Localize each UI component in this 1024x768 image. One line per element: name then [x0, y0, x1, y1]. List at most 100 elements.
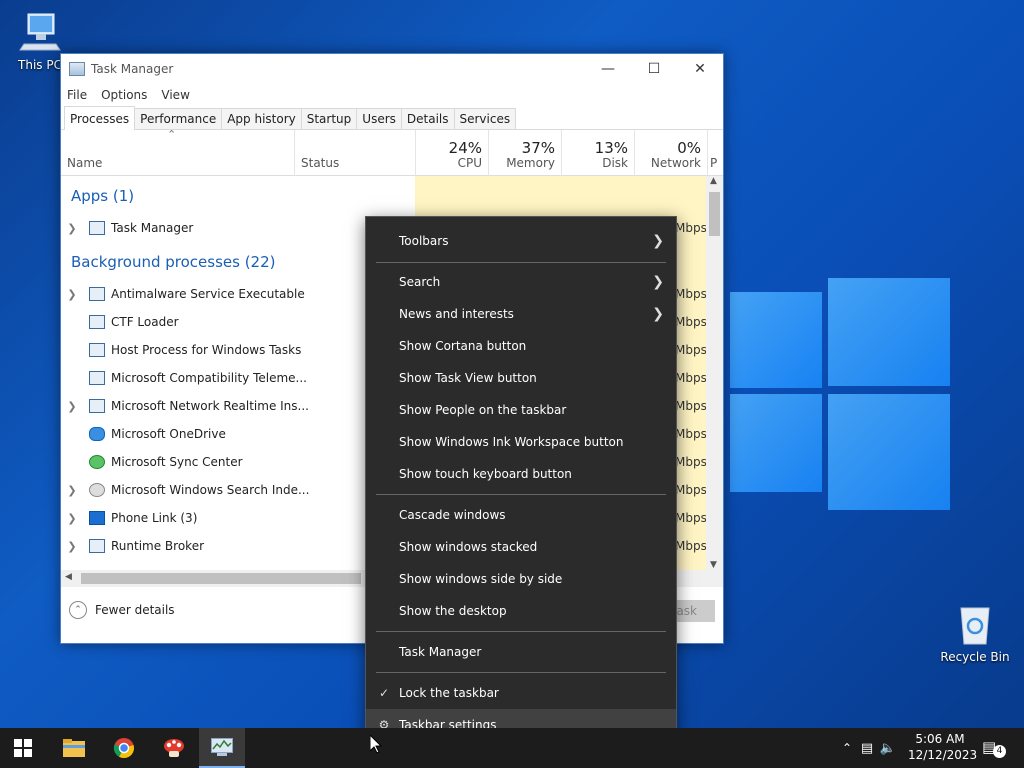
taskbar-task-manager[interactable] [199, 728, 245, 768]
menu-item-show-people[interactable]: Show People on the taskbar [366, 394, 676, 426]
vertical-scrollbar[interactable]: ▲ ▼ [706, 176, 723, 570]
maximize-button[interactable]: ☐ [631, 54, 677, 84]
process-name: Antimalware Service Executable [111, 287, 305, 301]
menu-item-show-task-view-button[interactable]: Show Task View button [366, 362, 676, 394]
menu-item-toolbars[interactable]: Toolbars ❯ [366, 225, 676, 257]
menu-item-show-cortana-button[interactable]: Show Cortana button [366, 330, 676, 362]
chevron-right-icon: ❯ [652, 306, 664, 322]
scroll-down-icon[interactable]: ▼ [710, 560, 717, 570]
menu-view[interactable]: View [161, 88, 189, 102]
expand-chevron-icon[interactable]: ❯ [61, 288, 83, 301]
volume-icon[interactable]: 🔈 [878, 741, 898, 756]
menu-item-label: Lock the taskbar [399, 686, 499, 700]
expand-chevron-icon[interactable]: ❯ [61, 540, 83, 553]
taskbar-chrome[interactable] [101, 728, 147, 768]
menu-item-label: Toolbars [399, 234, 449, 248]
network-value-cut: Mbps [675, 427, 707, 441]
memory-percent: 37% [521, 139, 555, 157]
menu-separator [376, 262, 666, 263]
tab-users[interactable]: Users [356, 108, 402, 129]
end-task-label-cut: ask [676, 604, 697, 618]
action-center-button[interactable]: ▤ 4 [982, 738, 1006, 760]
menu-item-show-ink-workspace[interactable]: Show Windows Ink Workspace button [366, 426, 676, 458]
process-name: Phone Link (3) [111, 511, 198, 525]
recycle-bin-icon [953, 602, 997, 646]
tab-details[interactable]: Details [400, 108, 455, 129]
network-value-cut: Mbps [675, 455, 707, 469]
expand-chevron-icon[interactable]: ❯ [61, 484, 83, 497]
menu-separator [376, 631, 666, 632]
minimize-button[interactable]: — [585, 54, 631, 84]
menu-item-task-manager[interactable]: Task Manager [366, 636, 676, 668]
tab-services[interactable]: Services [453, 108, 517, 129]
vertical-scroll-thumb[interactable] [709, 192, 720, 236]
column-power-cut[interactable]: P [707, 130, 723, 176]
network-label: Network [650, 156, 701, 170]
chrome-icon [113, 738, 134, 759]
fewer-details-icon[interactable]: ⌃ [69, 601, 87, 619]
menu-item-label: Cascade windows [399, 508, 506, 522]
tab-processes[interactable]: Processes [64, 106, 136, 130]
start-button[interactable] [0, 728, 46, 768]
start-icon [14, 739, 32, 757]
close-button[interactable]: ✕ [677, 54, 723, 84]
menu-item-cascade-windows[interactable]: Cascade windows [366, 499, 676, 531]
process-icon [89, 287, 105, 301]
taskbar-app[interactable] [151, 728, 197, 768]
menu-options[interactable]: Options [101, 88, 147, 102]
menu-separator [376, 672, 666, 673]
menu-item-label: Show People on the taskbar [399, 403, 567, 417]
group-apps[interactable]: Apps (1) [71, 187, 134, 205]
process-icon [89, 221, 105, 235]
expand-chevron-icon[interactable]: ❯ [61, 400, 83, 413]
group-background[interactable]: Background processes (22) [71, 253, 276, 271]
recycle-bin-desktop-icon[interactable]: Recycle Bin [935, 602, 1015, 664]
menu-item-label: Show touch keyboard button [399, 467, 572, 481]
expand-chevron-icon[interactable]: ❯ [61, 222, 83, 235]
process-name: Task Manager [111, 221, 194, 235]
taskbar-file-explorer[interactable] [51, 728, 97, 768]
expand-chevron-icon[interactable]: ❯ [61, 512, 83, 525]
menu-item-show-windows-stacked[interactable]: Show windows stacked [366, 531, 676, 563]
horizontal-scroll-thumb[interactable] [81, 573, 361, 584]
process-name: Microsoft Windows Search Inde... [111, 483, 310, 497]
column-network[interactable]: 0% Network [634, 130, 707, 176]
clock[interactable]: 5:06 AM 12/12/2023 [908, 731, 977, 763]
disk-label: Disk [602, 156, 628, 170]
tab-performance[interactable]: Performance [134, 108, 223, 129]
computer-icon [18, 10, 62, 54]
column-memory[interactable]: 37% Memory [488, 130, 561, 176]
show-hidden-icons-chevron-up-icon[interactable]: ⌃ [838, 741, 856, 755]
column-disk[interactable]: 13% Disk [561, 130, 634, 176]
fewer-details-link[interactable]: Fewer details [95, 603, 175, 617]
chevron-right-icon: ❯ [652, 233, 664, 249]
process-name: Microsoft OneDrive [111, 427, 226, 441]
window-title: Task Manager [91, 62, 174, 76]
title-bar[interactable]: Task Manager — ☐ ✕ [61, 54, 723, 84]
sync-center-icon [89, 455, 105, 469]
memory-label: Memory [506, 156, 555, 170]
network-icon[interactable]: ▤ [856, 741, 878, 756]
taskbar[interactable]: ⌃ ▤ 🔈 5:06 AM 12/12/2023 ▤ 4 [0, 728, 1024, 768]
menu-item-search[interactable]: Search ❯ [366, 266, 676, 298]
menu-item-show-touch-keyboard[interactable]: Show touch keyboard button [366, 458, 676, 490]
power-label-cut: P [710, 156, 718, 170]
column-status[interactable]: Status [294, 130, 415, 176]
recycle-bin-label: Recycle Bin [940, 650, 1010, 664]
scroll-left-icon[interactable]: ◀ [65, 572, 72, 582]
tab-startup[interactable]: Startup [300, 108, 358, 129]
menu-item-show-windows-side-by-side[interactable]: Show windows side by side [366, 563, 676, 595]
menu-item-show-desktop[interactable]: Show the desktop [366, 595, 676, 627]
network-value-cut: Mbps [675, 511, 707, 525]
menu-item-news-and-interests[interactable]: News and interests ❯ [366, 298, 676, 330]
menu-item-lock-taskbar[interactable]: ✓ Lock the taskbar [366, 677, 676, 709]
column-name[interactable]: ⌃ Name [61, 128, 294, 176]
menu-item-label: Show Windows Ink Workspace button [399, 435, 624, 449]
column-cpu[interactable]: 24% CPU [415, 130, 488, 176]
menu-file[interactable]: File [67, 88, 87, 102]
tab-strip: Processes Performance App history Startu… [61, 106, 723, 130]
scroll-up-icon[interactable]: ▲ [710, 176, 717, 186]
network-value-cut: Mbps [675, 287, 707, 301]
tab-app-history[interactable]: App history [221, 108, 302, 129]
network-value-cut: Mbps [675, 399, 707, 413]
